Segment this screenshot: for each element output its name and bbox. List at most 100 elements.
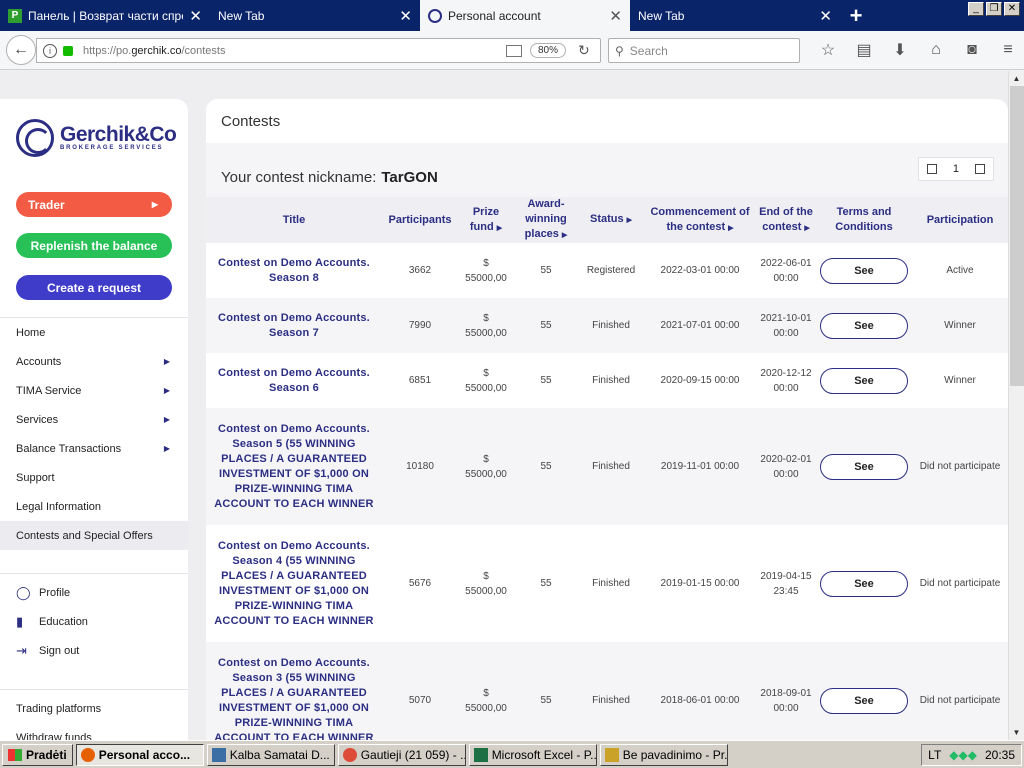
table-row: Contest on Demo Accounts. Season 4 (55 W… (206, 525, 1008, 642)
reload-icon[interactable]: ↻ (578, 42, 594, 59)
gerchik-logo[interactable]: Gerchik&Co BROKERAGE SERVICES (16, 119, 177, 157)
browser-tab[interactable]: P Панель | Возврат части спре... ✕ (0, 0, 210, 31)
sidebar-item-tima-service[interactable]: TIMA Service ▶ (0, 376, 188, 405)
page-scrollbar[interactable]: ▲ ▼ (1008, 71, 1024, 740)
minimize-icon[interactable]: _ (968, 2, 984, 16)
close-window-icon[interactable]: ✕ (1004, 2, 1020, 16)
logo-text: Gerchik&Co BROKERAGE SERVICES (60, 124, 177, 151)
taskbar-item[interactable]: Personal acco... (75, 743, 204, 766)
see-terms-button[interactable]: See (820, 367, 908, 394)
pocket-icon[interactable]: ◙ (954, 39, 990, 61)
taskbar-item[interactable]: Be pavadinimo - Pr... (599, 743, 728, 766)
sidebar-item-contests[interactable]: Contests and Special Offers (0, 521, 188, 550)
column-header[interactable]: Award-winning places ▶ (514, 197, 578, 243)
column-header[interactable]: Prize fund ▶ (458, 197, 514, 243)
column-header[interactable]: Participants (382, 197, 458, 243)
terms-cell: See (816, 353, 912, 408)
taskbar-item[interactable]: Kalba Samatai D... (206, 743, 335, 766)
contest-title[interactable]: Contest on Demo Accounts. Season 4 (55 W… (206, 525, 382, 642)
browser-tab-active[interactable]: Personal account ✕ (420, 0, 630, 31)
participation-cell: Did not participate (912, 408, 1008, 525)
taskbar-item-label: Be pavadinimo - Pr... (622, 747, 728, 762)
browser-tab[interactable]: New Tab ✕ (630, 0, 840, 31)
see-terms-button[interactable]: See (820, 570, 908, 597)
sidebar-item-education[interactable]: ▮ Education (0, 607, 188, 636)
participants-cell: 7990 (382, 298, 458, 353)
column-header[interactable]: End of the contest ▶ (756, 197, 816, 243)
column-header[interactable]: Commencement of the contest ▶ (644, 197, 756, 243)
prev-page-icon[interactable] (926, 164, 937, 174)
language-indicator[interactable]: LT (928, 748, 941, 762)
sidebar-item-support[interactable]: Support (0, 463, 188, 492)
contest-title[interactable]: Contest on Demo Accounts. Season 5 (55 W… (206, 408, 382, 525)
prize-cell: $ 55000,00 (458, 298, 514, 353)
sidebar-item-legal-information[interactable]: Legal Information (0, 492, 188, 521)
reader-view-icon[interactable] (505, 44, 522, 57)
lock-icon[interactable] (63, 45, 73, 56)
system-tray: LT ◆◆◆ 20:35 (921, 744, 1022, 766)
sidebar-item-label: Education (39, 615, 88, 628)
tab-close-icon[interactable]: ✕ (189, 7, 202, 25)
sidebar-item-withdraw-funds[interactable]: Withdraw funds (0, 723, 188, 741)
sidebar-item-accounts[interactable]: Accounts ▶ (0, 347, 188, 376)
scroll-down-arrow-icon[interactable]: ▼ (1009, 725, 1024, 740)
scrollbar-thumb[interactable] (1010, 86, 1024, 386)
scroll-up-arrow-icon[interactable]: ▲ (1009, 71, 1024, 86)
replenish-balance-button[interactable]: Replenish the balance (16, 233, 172, 258)
browser-tab[interactable]: New Tab ✕ (210, 0, 420, 31)
start-cell: 2019-01-15 00:00 (644, 525, 756, 642)
hamburger-menu-icon[interactable]: ≡ (990, 39, 1024, 61)
sidebar-item-balance-transactions[interactable]: Balance Transactions ▶ (0, 434, 188, 463)
tab-title: Personal account (448, 8, 541, 23)
zoom-level[interactable]: 80% (529, 43, 566, 58)
see-terms-button[interactable]: See (820, 257, 908, 284)
trader-button[interactable]: Trader ▶ (16, 192, 172, 217)
logo-tagline: BROKERAGE SERVICES (60, 145, 164, 151)
caret-right-icon: ▶ (163, 386, 170, 395)
tab-close-icon[interactable]: ✕ (609, 7, 622, 25)
contest-title[interactable]: Contest on Demo Accounts. Season 3 (55 W… (206, 642, 382, 740)
caret-right-icon: ▶ (163, 357, 170, 366)
contest-title[interactable]: Contest on Demo Accounts. Season 8 (206, 243, 382, 298)
bookmark-star-icon[interactable]: ☆ (810, 39, 846, 61)
participants-cell: 3662 (382, 243, 458, 298)
tab-close-icon[interactable]: ✕ (399, 7, 412, 25)
next-page-icon[interactable] (975, 164, 985, 174)
sidebar-item-trading-platforms[interactable]: Trading platforms (0, 694, 188, 723)
taskbar-item[interactable]: Gautieji (21 059) - ... (337, 743, 466, 766)
contest-title[interactable]: Contest on Demo Accounts. Season 7 (206, 298, 382, 353)
back-arrow-icon[interactable]: ← (6, 35, 36, 65)
column-header[interactable]: Status ▶ (578, 197, 644, 243)
tab-close-icon[interactable]: ✕ (819, 7, 832, 25)
sidebar-item-sign-out[interactable]: ⇥ Sign out (0, 636, 188, 665)
address-bar[interactable]: i https://po.gerchik.co/contests 80% ↻ (36, 38, 601, 63)
taskbar-item[interactable]: Microsoft Excel - P... (468, 743, 597, 766)
home-icon[interactable]: ⌂ (918, 39, 954, 61)
create-request-button[interactable]: Create a request (16, 275, 172, 300)
start-button[interactable]: Pradėti (2, 743, 73, 766)
search-placeholder: Search (629, 43, 668, 58)
url-text[interactable]: https://po.gerchik.co/contests (83, 45, 506, 57)
contest-title[interactable]: Contest on Demo Accounts. Season 6 (206, 353, 382, 408)
column-header[interactable]: Title (206, 197, 382, 243)
sidebar-item-services[interactable]: Services ▶ (0, 405, 188, 434)
book-icon: ▮ (16, 613, 24, 629)
restore-icon[interactable]: ❐ (986, 2, 1002, 16)
info-icon[interactable]: i (43, 43, 57, 58)
see-terms-button[interactable]: See (820, 453, 908, 480)
search-input[interactable]: ⚲ Search (608, 38, 800, 63)
download-icon[interactable]: ⬇ (882, 39, 918, 61)
sidebar-item-profile[interactable]: ◯ Profile (0, 578, 188, 607)
current-page[interactable]: 1 (953, 163, 959, 175)
table-header-row: Title Participants Prize fund ▶ Award-win… (206, 197, 1008, 243)
places-cell: 55 (514, 298, 578, 353)
new-tab-plus-icon[interactable]: + (840, 0, 872, 31)
sidebar-item-home[interactable]: Home (0, 318, 188, 347)
sidebar-item-label: Legal Information (16, 500, 101, 513)
see-terms-button[interactable]: See (820, 312, 908, 339)
see-terms-button[interactable]: See (820, 687, 908, 714)
pagination: 1 (918, 157, 994, 181)
tray-icons[interactable]: ◆◆◆ (949, 748, 977, 762)
library-icon[interactable]: ▤ (846, 39, 882, 61)
status-cell: Finished (578, 353, 644, 408)
